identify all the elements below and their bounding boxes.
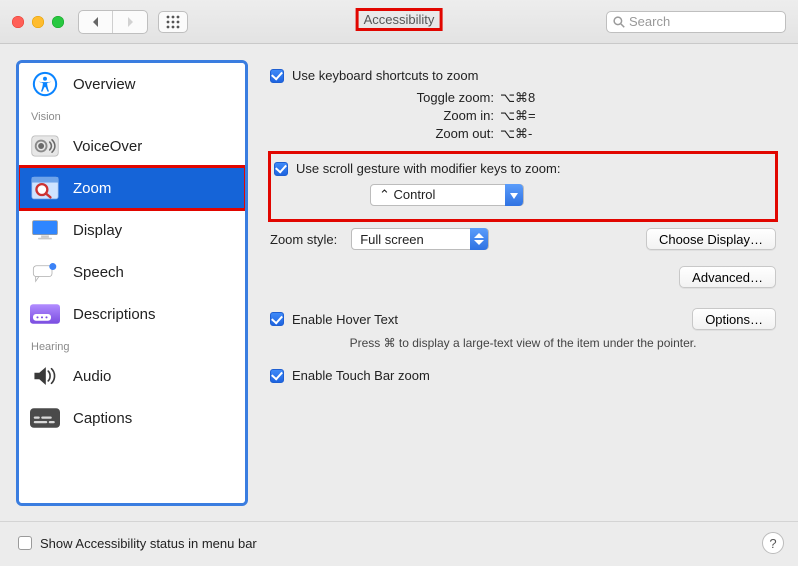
- chevron-down-icon: [505, 184, 523, 206]
- sidebar-item-zoom[interactable]: Zoom: [19, 167, 245, 209]
- footer: Show Accessibility status in menu bar ?: [0, 521, 798, 566]
- back-button[interactable]: [79, 11, 113, 33]
- shortcut-keys: ⌥⌘8: [500, 89, 535, 107]
- sidebar-item-display[interactable]: Display: [19, 209, 245, 251]
- enable-hover-text-checkbox[interactable]: [270, 312, 284, 326]
- enable-hover-text-label: Enable Hover Text: [292, 312, 398, 327]
- show-all-prefs-button[interactable]: [158, 11, 188, 33]
- use-keyboard-shortcuts-label: Use keyboard shortcuts to zoom: [292, 68, 478, 83]
- sidebar: Overview Vision VoiceOver Zoom Displa: [16, 60, 248, 506]
- shortcut-keys: ⌥⌘-: [500, 125, 532, 143]
- show-status-menubar-label: Show Accessibility status in menu bar: [40, 536, 257, 551]
- modifier-key-select[interactable]: ⌃ Control: [370, 184, 524, 206]
- zoom-style-row: Zoom style: Full screen Choose Display…: [270, 228, 776, 250]
- use-keyboard-shortcuts-checkbox[interactable]: [270, 69, 284, 83]
- zoom-window-button[interactable]: [52, 16, 64, 28]
- enable-touchbar-zoom-checkbox[interactable]: [270, 369, 284, 383]
- search-icon: [613, 16, 625, 28]
- sidebar-item-label: VoiceOver: [73, 138, 235, 155]
- enable-hover-row: Enable Hover Text Options…: [270, 308, 776, 330]
- sidebar-item-label: Descriptions: [73, 306, 235, 323]
- zoom-style-label: Zoom style:: [270, 232, 337, 247]
- sidebar-section-vision: Vision: [19, 105, 245, 125]
- descriptions-icon: [29, 300, 61, 328]
- sidebar-item-label: Overview: [73, 76, 235, 93]
- display-icon: [29, 216, 61, 244]
- window-titlebar: Accessibility Search: [0, 0, 798, 44]
- forward-button[interactable]: [113, 11, 147, 33]
- hover-text-hint: Press ⌘ to display a large-text view of …: [270, 336, 776, 350]
- speech-icon: [29, 258, 61, 286]
- sidebar-item-audio[interactable]: Audio: [19, 355, 245, 397]
- chevron-updown-icon: [470, 228, 488, 250]
- close-button[interactable]: [12, 16, 24, 28]
- show-status-menubar-checkbox[interactable]: [18, 536, 32, 550]
- shortcut-name: Zoom out:: [270, 125, 500, 143]
- enable-touchbar-zoom-label: Enable Touch Bar zoom: [292, 368, 430, 383]
- use-scroll-gesture-checkbox[interactable]: [274, 162, 288, 176]
- zoom-style-value: Full screen: [352, 232, 470, 247]
- sidebar-item-voiceover[interactable]: VoiceOver: [19, 125, 245, 167]
- search-field[interactable]: Search: [606, 11, 786, 33]
- use-scroll-gesture-label: Use scroll gesture with modifier keys to…: [296, 161, 560, 176]
- sidebar-item-descriptions[interactable]: Descriptions: [19, 293, 245, 335]
- shortcut-name: Zoom in:: [270, 107, 500, 125]
- help-button[interactable]: ?: [762, 532, 784, 554]
- scroll-gesture-section: Use scroll gesture with modifier keys to…: [270, 153, 776, 220]
- minimize-button[interactable]: [32, 16, 44, 28]
- advanced-button[interactable]: Advanced…: [679, 266, 776, 288]
- sidebar-section-hearing: Hearing: [19, 335, 245, 355]
- sidebar-item-label: Audio: [73, 368, 235, 385]
- audio-icon: [29, 362, 61, 390]
- enable-touchbar-zoom-row: Enable Touch Bar zoom: [270, 368, 776, 383]
- sidebar-item-label: Captions: [73, 410, 235, 427]
- voiceover-icon: [29, 132, 61, 160]
- zoom-icon: [29, 174, 61, 202]
- sidebar-item-label: Zoom: [73, 180, 235, 197]
- sidebar-item-overview[interactable]: Overview: [19, 63, 245, 105]
- zoom-style-select[interactable]: Full screen: [351, 228, 489, 250]
- advanced-row: Advanced…: [270, 266, 776, 288]
- search-placeholder: Search: [629, 14, 670, 29]
- sidebar-item-label: Display: [73, 222, 235, 239]
- captions-icon: [29, 404, 61, 432]
- accessibility-icon: [29, 70, 61, 98]
- shortcut-name: Toggle zoom:: [270, 89, 500, 107]
- sidebar-item-captions[interactable]: Captions: [19, 397, 245, 439]
- nav-back-forward: [78, 10, 148, 34]
- sidebar-item-speech[interactable]: Speech: [19, 251, 245, 293]
- modifier-key-value: ⌃ Control: [371, 187, 505, 203]
- choose-display-button[interactable]: Choose Display…: [646, 228, 776, 250]
- traffic-lights: [12, 16, 64, 28]
- use-keyboard-shortcuts-row: Use keyboard shortcuts to zoom: [270, 68, 776, 83]
- hover-text-options-button[interactable]: Options…: [692, 308, 776, 330]
- shortcut-keys: ⌥⌘=: [500, 107, 536, 125]
- sidebar-item-label: Speech: [73, 264, 235, 281]
- window-title: Accessibility: [358, 10, 441, 29]
- settings-pane: Use keyboard shortcuts to zoom Toggle zo…: [248, 60, 782, 506]
- shortcut-list: Toggle zoom:⌥⌘8 Zoom in:⌥⌘= Zoom out:⌥⌘-: [270, 89, 776, 143]
